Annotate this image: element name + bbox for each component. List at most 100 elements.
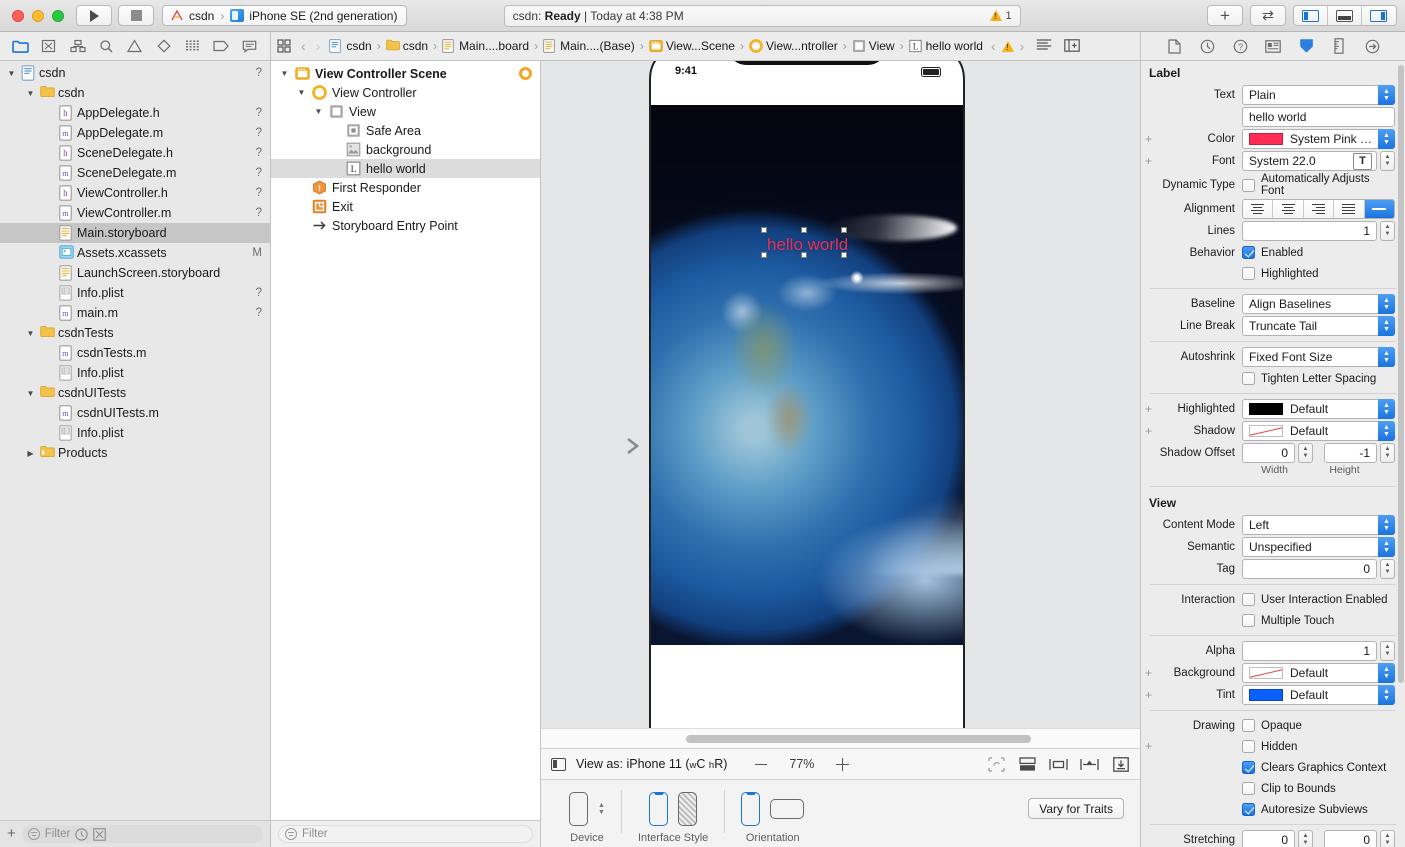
- outline-row[interactable]: Lhello world: [271, 159, 540, 178]
- toggle-outline-icon[interactable]: [551, 758, 566, 771]
- auto-adjusts-font-checkbox[interactable]: [1242, 179, 1255, 192]
- align-icon[interactable]: [1049, 756, 1068, 772]
- font-add-variation-icon[interactable]: +: [1145, 156, 1152, 167]
- label-text-input[interactable]: hello world: [1242, 107, 1395, 127]
- update-frames-icon[interactable]: [987, 756, 1006, 772]
- vary-for-traits-button[interactable]: Vary for Traits: [1028, 798, 1124, 819]
- handle-bottom-right[interactable]: [841, 252, 847, 258]
- lines-stepper[interactable]: ▲▼: [1380, 221, 1395, 241]
- dark-mode-icon[interactable]: [678, 792, 697, 826]
- breadcrumb-item-5[interactable]: View...ntroller: [745, 39, 842, 53]
- autoshrink-popup[interactable]: Fixed Font Size ▲▼: [1242, 347, 1395, 367]
- report-navigator-icon[interactable]: [240, 37, 260, 55]
- outline-icon[interactable]: [1036, 39, 1052, 53]
- navigator-row[interactable]: mAppDelegate.m?: [0, 123, 270, 143]
- find-navigator-icon[interactable]: [96, 37, 116, 55]
- toggle-navigator-button[interactable]: [1294, 6, 1328, 25]
- disclosure-triangle-icon[interactable]: [25, 389, 36, 398]
- scene-outline-tree[interactable]: View Controller SceneView ControllerView…: [271, 61, 540, 820]
- shadow-add-variation-icon[interactable]: +: [1145, 426, 1152, 437]
- navigator-row[interactable]: hSceneDelegate.h?: [0, 143, 270, 163]
- navigator-row[interactable]: Info.plist: [0, 363, 270, 383]
- align-left-button[interactable]: [1243, 200, 1273, 218]
- breadcrumb-item-7[interactable]: L hello world: [905, 39, 987, 53]
- iphone-device-frame[interactable]: 9:41 hello world: [649, 61, 965, 728]
- background-image-view[interactable]: [651, 105, 963, 645]
- add-library-button[interactable]: +: [1207, 5, 1243, 26]
- shadow-popup[interactable]: Default ▲▼: [1242, 421, 1395, 441]
- code-review-button[interactable]: ⇄: [1250, 5, 1286, 26]
- outline-row[interactable]: View Controller Scene: [271, 64, 540, 83]
- add-file-button[interactable]: +: [7, 828, 16, 840]
- navigator-row[interactable]: Assets.xcassetsM: [0, 243, 270, 263]
- font-picker-icon[interactable]: T: [1353, 153, 1372, 170]
- stretching-x-stepper[interactable]: ▲▼: [1298, 830, 1313, 847]
- embed-in-icon[interactable]: [1018, 756, 1037, 772]
- file-inspector-icon[interactable]: [1166, 38, 1182, 54]
- stretching-x-input[interactable]: 0: [1242, 830, 1295, 847]
- source-control-navigator-icon[interactable]: [39, 37, 59, 55]
- outline-row[interactable]: First Responder: [271, 178, 540, 197]
- breakpoint-navigator-icon[interactable]: [211, 37, 231, 55]
- test-navigator-icon[interactable]: [154, 37, 174, 55]
- disclosure-triangle-icon[interactable]: [25, 89, 36, 98]
- minimize-window-button[interactable]: [32, 10, 44, 22]
- baseline-popup[interactable]: Align Baselines ▲▼: [1242, 294, 1395, 314]
- color-add-variation-icon[interactable]: +: [1145, 134, 1152, 145]
- content-mode-popup[interactable]: Left ▲▼: [1242, 515, 1395, 535]
- device-stepper[interactable]: ▲▼: [598, 803, 605, 816]
- warning-icon[interactable]: [990, 10, 1002, 21]
- handle-top-right[interactable]: [841, 227, 847, 233]
- stretching-y-stepper[interactable]: ▲▼: [1380, 830, 1395, 847]
- user-interaction-checkbox[interactable]: [1242, 593, 1255, 606]
- scene-entry-point-dot-icon[interactable]: [519, 67, 532, 80]
- lines-input[interactable]: 1: [1242, 221, 1377, 241]
- run-button[interactable]: [76, 5, 112, 26]
- semantic-popup[interactable]: Unspecified ▲▼: [1242, 537, 1395, 557]
- align-justified-button[interactable]: [1334, 200, 1364, 218]
- project-file-tree[interactable]: csdn?csdnhAppDelegate.h?mAppDelegate.m?h…: [0, 61, 270, 820]
- zoom-in-button[interactable]: [836, 758, 849, 771]
- navigator-row[interactable]: LaunchScreen.storyboard: [0, 263, 270, 283]
- size-inspector-icon[interactable]: [1331, 38, 1347, 54]
- identity-inspector-icon[interactable]: [1265, 38, 1281, 54]
- text-type-popup[interactable]: Plain ▲▼: [1242, 85, 1395, 105]
- navigator-row[interactable]: csdn?: [0, 63, 270, 83]
- toggle-inspector-button[interactable]: [1362, 6, 1396, 25]
- line-break-popup[interactable]: Truncate Tail ▲▼: [1242, 316, 1395, 336]
- breadcrumb-item-1[interactable]: csdn: [382, 39, 432, 53]
- highlighted-checkbox[interactable]: [1242, 267, 1255, 280]
- outline-row[interactable]: Storyboard Entry Point: [271, 216, 540, 235]
- navigator-row[interactable]: mSceneDelegate.m?: [0, 163, 270, 183]
- align-center-button[interactable]: [1273, 200, 1303, 218]
- related-items-icon[interactable]: [277, 39, 290, 53]
- hidden-checkbox[interactable]: [1242, 740, 1255, 753]
- disclosure-triangle-icon[interactable]: [6, 69, 17, 78]
- navigator-row[interactable]: Products: [0, 443, 270, 463]
- tighten-letter-spacing-checkbox[interactable]: [1242, 372, 1255, 385]
- attributes-inspector-icon[interactable]: [1298, 38, 1314, 54]
- handle-top-left[interactable]: [761, 227, 767, 233]
- alpha-input[interactable]: 1: [1242, 641, 1377, 661]
- align-natural-button[interactable]: [1365, 200, 1394, 218]
- storyboard-canvas[interactable]: 9:41 hello world: [541, 61, 1140, 728]
- navigator-row[interactable]: csdnTests: [0, 323, 270, 343]
- resolve-issues-icon[interactable]: [1111, 756, 1130, 772]
- handle-bottom-center[interactable]: [801, 252, 807, 258]
- breadcrumb-item-6[interactable]: View: [848, 39, 899, 53]
- outline-row[interactable]: Safe Area: [271, 121, 540, 140]
- clip-to-bounds-checkbox[interactable]: [1242, 782, 1255, 795]
- debug-navigator-icon[interactable]: [182, 37, 202, 55]
- project-navigator-icon[interactable]: [10, 37, 30, 55]
- previous-issue-button[interactable]: ‹: [987, 38, 1000, 54]
- shadow-offset-width-input[interactable]: 0: [1242, 443, 1295, 463]
- multiple-touch-checkbox[interactable]: [1242, 614, 1255, 627]
- issue-navigator-icon[interactable]: [125, 37, 145, 55]
- forward-button[interactable]: ›: [311, 38, 326, 54]
- disclosure-triangle-icon[interactable]: [279, 69, 290, 78]
- tag-input[interactable]: 0: [1242, 559, 1377, 579]
- highlighted-add-variation-icon[interactable]: +: [1145, 404, 1152, 415]
- device-phone-icon[interactable]: [569, 792, 588, 826]
- disclosure-triangle-icon[interactable]: [25, 449, 36, 458]
- add-constraints-icon[interactable]: [1080, 756, 1099, 772]
